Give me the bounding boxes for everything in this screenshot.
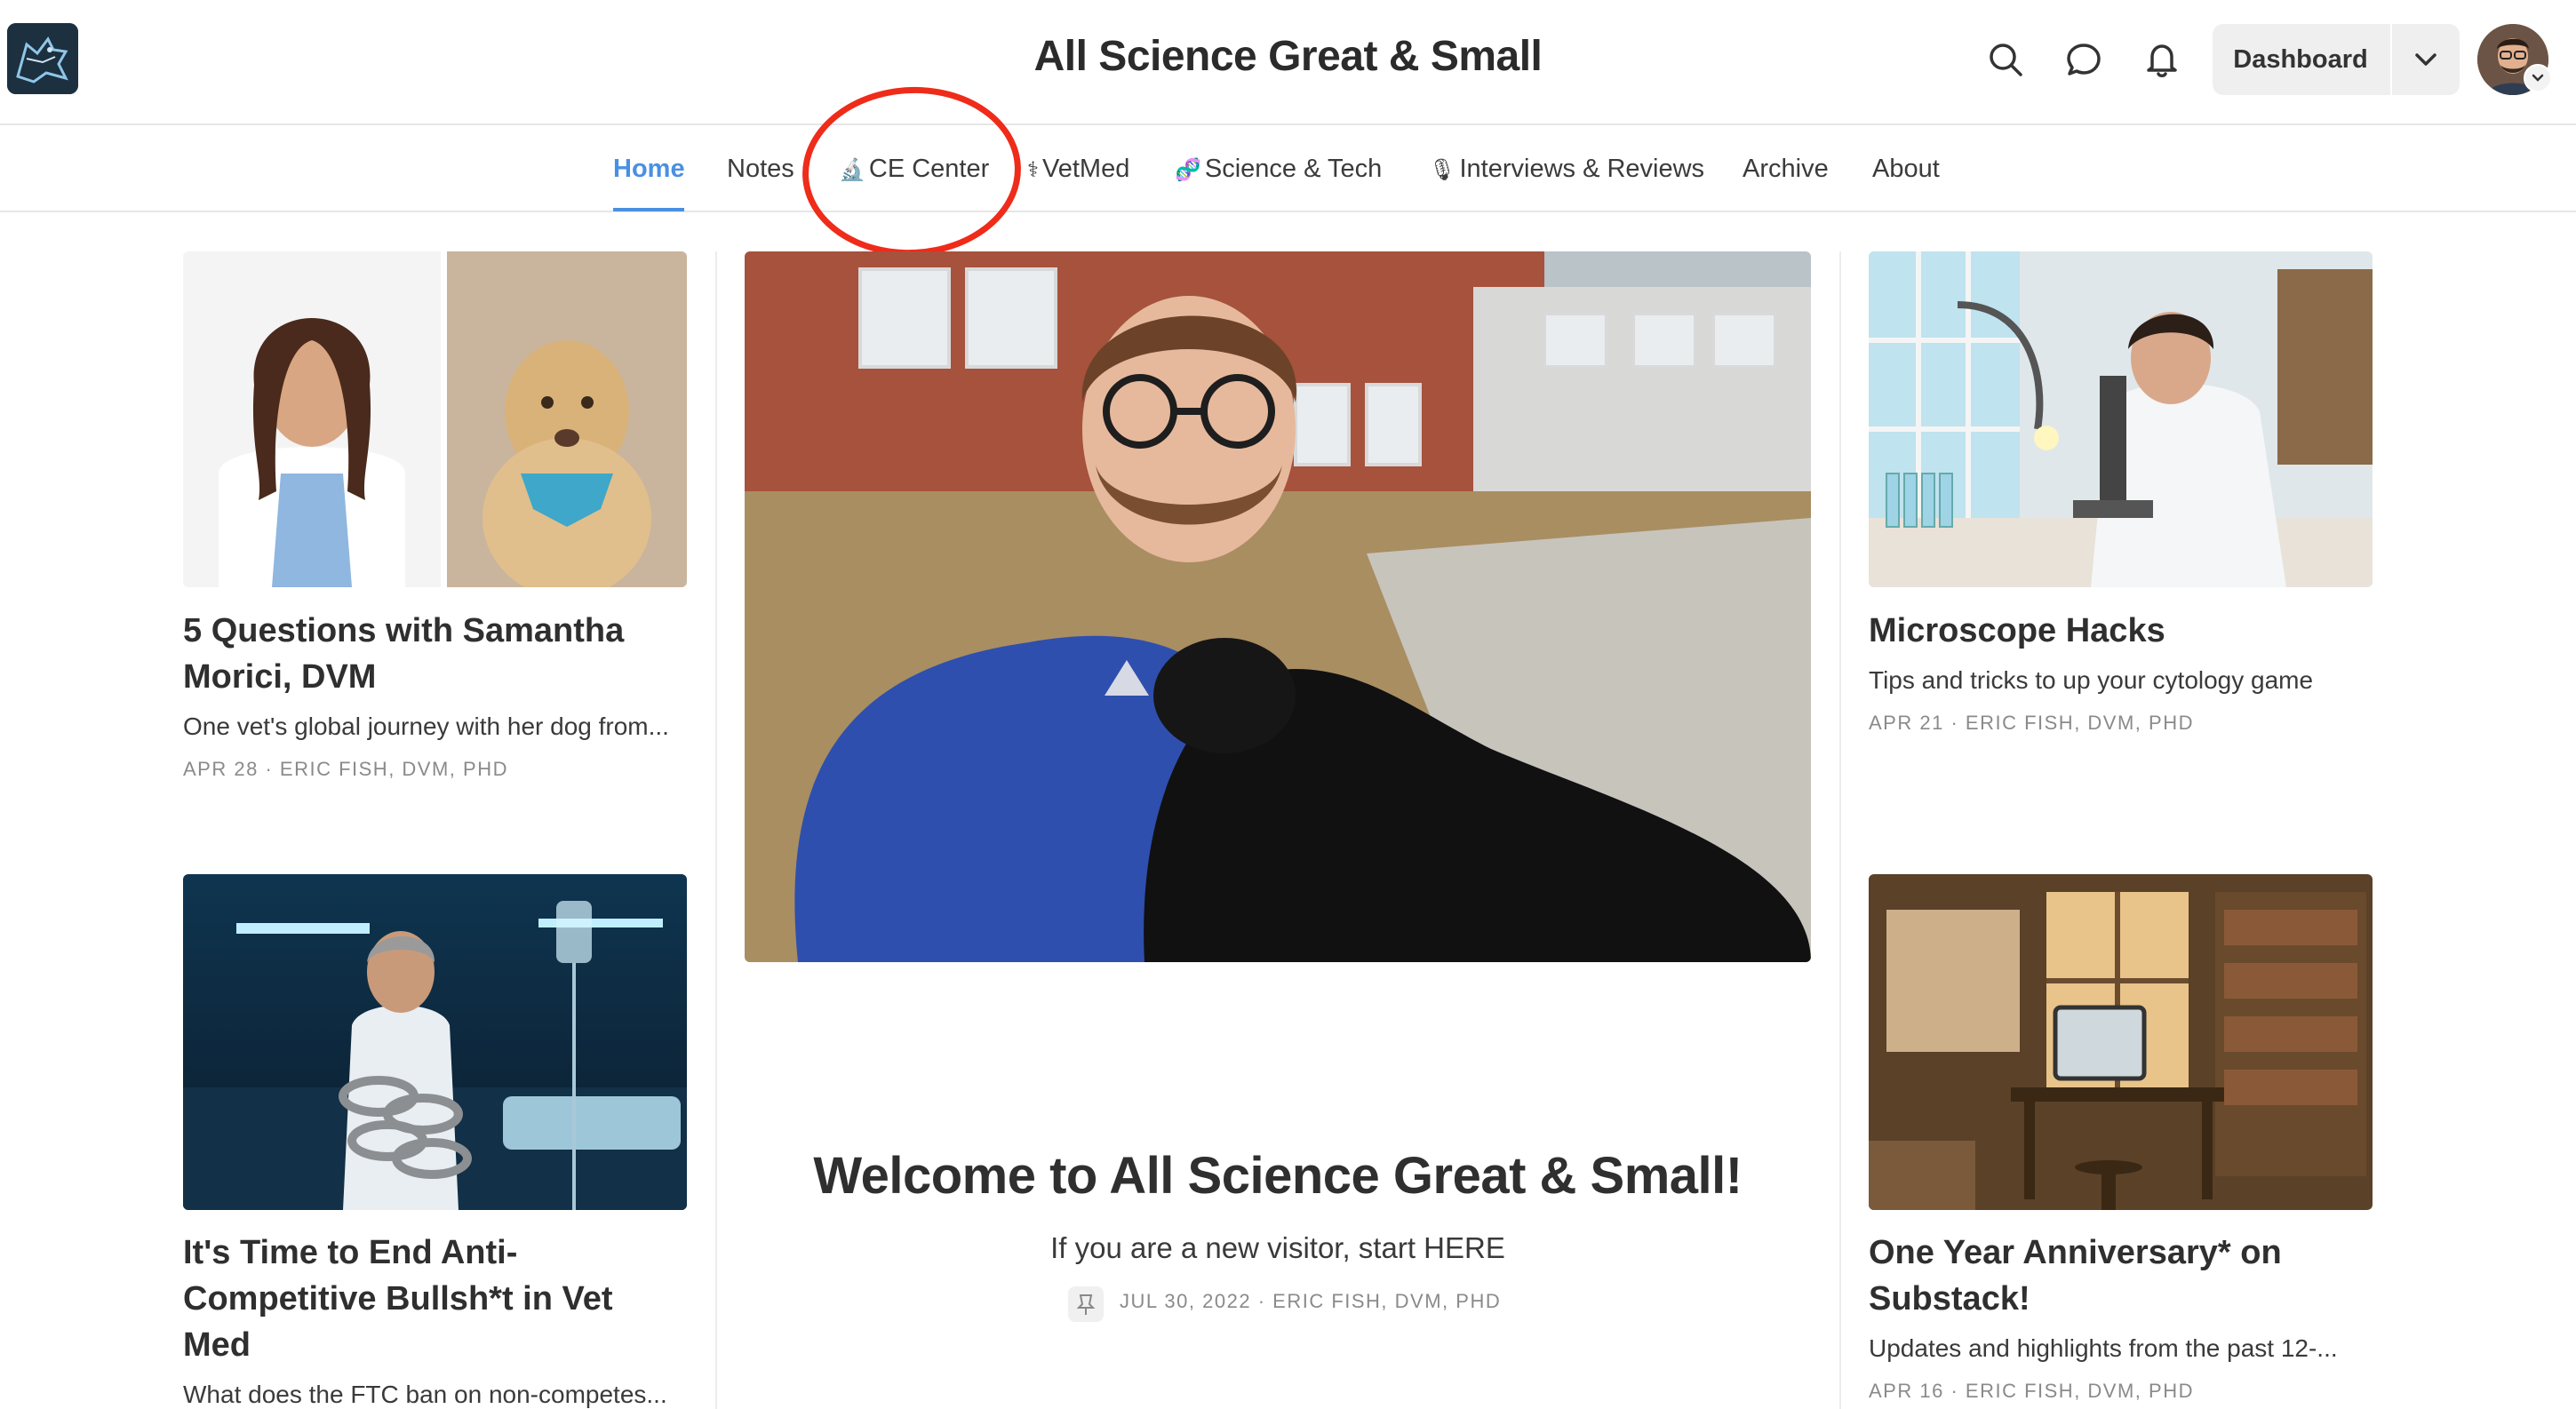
featured-post-subtitle[interactable]: If you are a new visitor, start HERE [745,1231,1811,1265]
dna-icon: 🧬 [1175,158,1201,182]
post-meta: APR 16 · ERIC FISH, DVM, PHD [1869,1380,2194,1403]
meta-separator: · [1257,1290,1266,1312]
bell-icon[interactable] [2141,39,2182,80]
caduceus-icon: ⚕ [1027,158,1039,182]
column-divider [715,251,717,1409]
post-date: JUL 30, 2022 [1120,1290,1252,1312]
account-menu-toggle[interactable] [2524,64,2552,92]
post-thumbnail[interactable] [183,251,687,587]
chat-icon[interactable] [2063,39,2104,80]
column-divider [1839,251,1841,1409]
site-header: All Science Great & Small Dashboard [0,0,2576,125]
meta-separator: · [265,758,274,780]
nav-item-about[interactable]: About [1872,155,1940,184]
post-date: APR 28 [183,758,259,780]
nav-item-vetmed[interactable]: ⚕ VetMed [1027,155,1129,184]
post-title[interactable]: One Year Anniversary* on Substack! [1869,1230,2366,1322]
post-thumbnail[interactable] [183,874,687,1210]
post-title[interactable]: Microscope Hacks [1869,608,2402,654]
post-subtitle[interactable]: Updates and highlights from the past 12-… [1869,1334,2338,1363]
site-title[interactable]: All Science Great & Small [0,32,2576,81]
post-subtitle[interactable]: One vet's global journey with her dog fr… [183,712,669,741]
chevron-down-icon [2415,53,2436,66]
nav-item-interviews-reviews[interactable]: 🎙 Interviews & Reviews [1429,155,1704,184]
post-title[interactable]: It's Time to End Anti-Competitive Bullsh… [183,1230,681,1368]
post-subtitle[interactable]: What does the FTC ban on non-competes... [183,1381,667,1409]
dashboard-menu-toggle[interactable] [2392,24,2460,95]
microphone-icon: 🎙 [1429,158,1456,182]
post-thumbnail[interactable] [1869,251,2373,587]
post-title[interactable]: 5 Questions with Samantha Morici, DVM [183,608,716,700]
post-meta: APR 28 · ERIC FISH, DVM, PHD [183,758,508,781]
nav-item-notes[interactable]: Notes [727,155,794,184]
dashboard-button[interactable]: Dashboard [2213,24,2389,95]
post-subtitle[interactable]: Tips and tricks to up your cytology game [1869,666,2313,695]
featured-post-meta: JUL 30, 2022 · ERIC FISH, DVM, PHD [1120,1290,1501,1313]
nav-item-science-tech[interactable]: 🧬 Science & Tech [1175,155,1382,184]
search-icon[interactable] [1985,39,2026,80]
dashboard-button-group: Dashboard [2213,24,2460,95]
featured-post-image[interactable] [745,251,1811,962]
main-nav: Home Notes 🔬 CE Center ⚕ VetMed 🧬 Science &… [0,123,2576,212]
featured-post-title[interactable]: Welcome to All Science Great & Small! [745,1146,1811,1206]
post-author: ERIC FISH, DVM, PHD [1272,1290,1502,1312]
chevron-down-icon [2532,74,2544,82]
nav-item-archive[interactable]: Archive [1743,155,1829,184]
pin-icon [1068,1286,1104,1322]
post-author: ERIC FISH, DVM, PHD [279,758,508,780]
nav-item-home[interactable]: Home [613,155,685,184]
meta-separator: · [1950,712,1959,734]
active-tab-indicator [613,208,684,211]
post-meta: APR 21 · ERIC FISH, DVM, PHD [1869,712,2194,735]
post-thumbnail[interactable] [1869,874,2373,1210]
meta-separator: · [1950,1380,1959,1402]
post-date: APR 16 [1869,1380,1944,1402]
post-author: ERIC FISH, DVM, PHD [1965,1380,2194,1402]
post-date: APR 21 [1869,712,1944,734]
post-author: ERIC FISH, DVM, PHD [1965,712,2194,734]
